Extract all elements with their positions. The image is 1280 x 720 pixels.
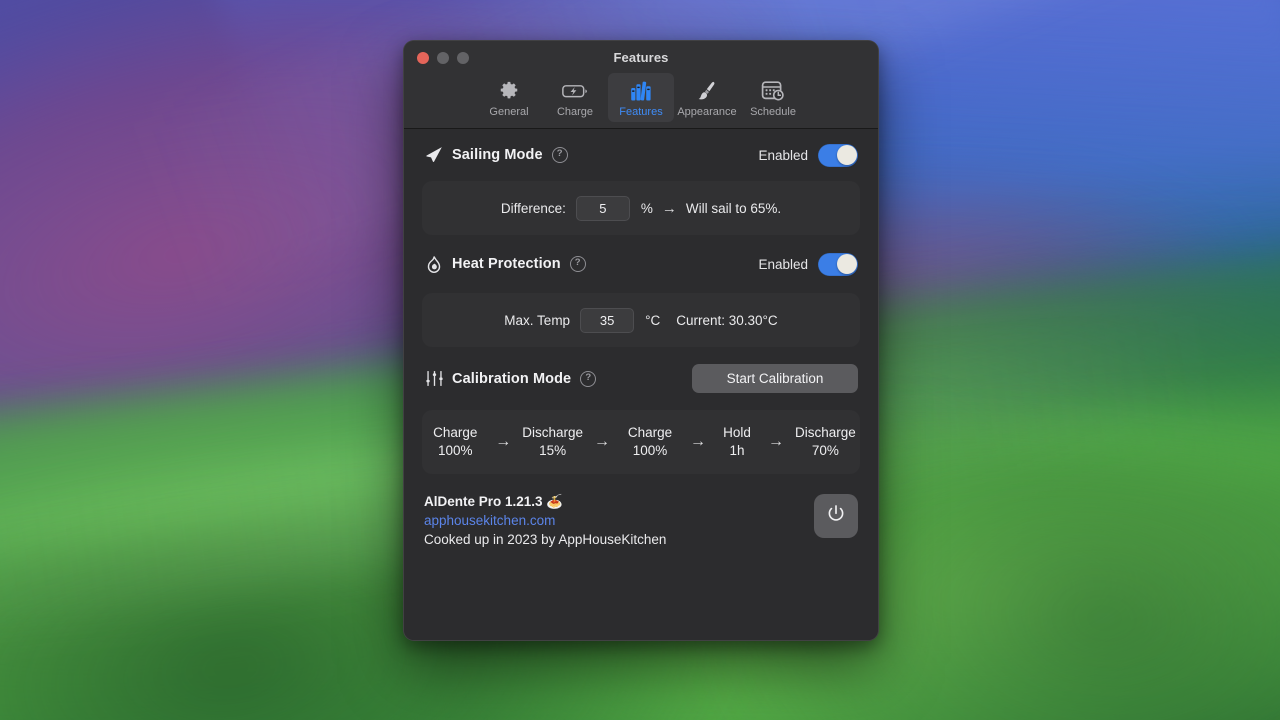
pasta-icon: 🍝 [546, 494, 563, 509]
tab-schedule[interactable]: Schedule [740, 73, 806, 122]
power-icon [825, 503, 847, 530]
heat-protection-toggle-label: Enabled [758, 257, 808, 272]
app-footer: AlDente Pro 1.21.3 🍝 apphousekitchen.com… [422, 474, 860, 549]
sailing-mode-title: Sailing Mode [452, 147, 543, 163]
step-value: 1h [729, 442, 744, 460]
step-arrow-icon: → [768, 433, 784, 451]
toolbar: General Charge [404, 67, 878, 128]
app-name-text: AlDente Pro 1.21.3 [424, 494, 543, 509]
sliders-icon [424, 369, 444, 388]
sailing-mode-help-icon[interactable]: ? [552, 147, 568, 163]
paintbrush-icon [695, 78, 719, 103]
difference-unit: % [641, 201, 653, 216]
minimize-window-button[interactable] [437, 52, 449, 64]
calibration-step: Charge 100% [621, 424, 679, 460]
settings-content: Sailing Mode ? Enabled Difference: % → W… [404, 129, 878, 641]
traffic-lights [417, 52, 469, 64]
calibration-mode-title: Calibration Mode [452, 371, 571, 387]
calibration-steps-panel: Charge 100% → Discharge 15% → Charge 100… [422, 410, 860, 474]
toggle-knob [837, 254, 857, 274]
step-action: Discharge [795, 424, 856, 442]
tab-charge[interactable]: Charge [542, 73, 608, 122]
window-titlebar: Features General [404, 41, 878, 129]
current-temp-text: Current: 30.30°C [676, 313, 777, 328]
max-temp-label: Max. Temp [504, 313, 570, 328]
max-temp-input[interactable] [580, 308, 634, 333]
step-action: Discharge [522, 424, 583, 442]
calibration-step: Discharge 15% [522, 424, 583, 460]
sailing-result-text: Will sail to 65%. [686, 201, 781, 216]
step-value: 100% [633, 442, 668, 460]
heat-protection-help-icon[interactable]: ? [570, 256, 586, 272]
window-title: Features [404, 49, 878, 67]
calibration-step: Discharge 70% [795, 424, 856, 460]
calendar-clock-icon [761, 78, 785, 103]
difference-label: Difference: [501, 201, 566, 216]
sailing-mode-header: Sailing Mode ? Enabled [422, 129, 860, 181]
difference-input[interactable] [576, 196, 630, 221]
tab-appearance[interactable]: Appearance [674, 73, 740, 122]
heat-protection-header: Heat Protection ? Enabled [422, 235, 860, 293]
tab-features-label: Features [619, 106, 662, 118]
close-window-button[interactable] [417, 52, 429, 64]
paper-plane-icon [424, 146, 444, 165]
sailing-mode-toggle[interactable] [818, 144, 858, 167]
section-heat-protection: Heat Protection ? Enabled Max. Temp °C C… [422, 235, 860, 347]
tab-appearance-label: Appearance [677, 106, 736, 118]
section-calibration-mode: Calibration Mode ? Start Calibration Cha… [422, 347, 860, 474]
footer-text-block: AlDente Pro 1.21.3 🍝 apphousekitchen.com… [424, 492, 814, 549]
calibration-step: Hold 1h [717, 424, 757, 460]
sailing-mode-toggle-label: Enabled [758, 148, 808, 163]
quit-app-button[interactable] [814, 494, 858, 538]
heat-protection-title: Heat Protection [452, 256, 561, 272]
website-link[interactable]: apphousekitchen.com [424, 511, 814, 530]
step-action: Hold [723, 424, 751, 442]
app-version-line: AlDente Pro 1.21.3 🍝 [424, 492, 814, 511]
battery-bolt-icon [562, 78, 588, 103]
gear-icon [498, 78, 520, 103]
flame-icon [424, 255, 444, 274]
toggle-knob [837, 145, 857, 165]
tab-features[interactable]: Features [608, 73, 674, 122]
section-sailing-mode: Sailing Mode ? Enabled Difference: % → W… [422, 129, 860, 235]
desktop-wallpaper: Features General [0, 0, 1280, 720]
tab-schedule-label: Schedule [750, 106, 796, 118]
tab-general[interactable]: General [476, 73, 542, 122]
heat-protection-toggle[interactable] [818, 253, 858, 276]
tab-general-label: General [489, 106, 528, 118]
start-calibration-button[interactable]: Start Calibration [692, 364, 858, 393]
tab-charge-label: Charge [557, 106, 593, 118]
max-temp-unit: °C [645, 313, 660, 328]
step-value: 70% [812, 442, 839, 460]
step-value: 15% [539, 442, 566, 460]
maximize-window-button[interactable] [457, 52, 469, 64]
calibration-mode-header: Calibration Mode ? Start Calibration [422, 347, 860, 410]
credit-text: Cooked up in 2023 by AppHouseKitchen [424, 530, 814, 549]
step-action: Charge [433, 424, 477, 442]
step-arrow-icon: → [690, 433, 706, 451]
bar-chart-icon [629, 78, 653, 103]
heat-protection-panel: Max. Temp °C Current: 30.30°C [422, 293, 860, 347]
step-value: 100% [438, 442, 473, 460]
sailing-arrow-icon: → [662, 200, 677, 217]
step-action: Charge [628, 424, 672, 442]
step-arrow-icon: → [495, 433, 511, 451]
calibration-mode-help-icon[interactable]: ? [580, 371, 596, 387]
calibration-step: Charge 100% [426, 424, 484, 460]
app-window: Features General [403, 40, 879, 641]
step-arrow-icon: → [594, 433, 610, 451]
sailing-mode-panel: Difference: % → Will sail to 65%. [422, 181, 860, 235]
